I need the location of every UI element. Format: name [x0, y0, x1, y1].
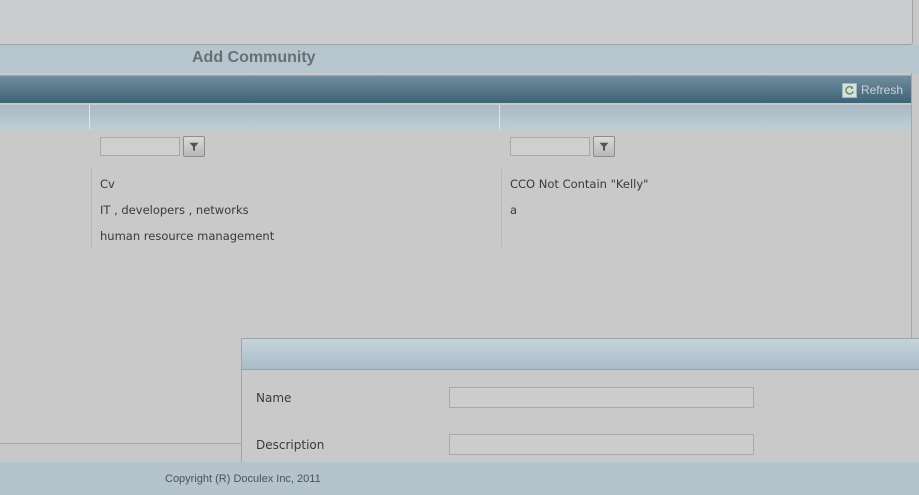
filter-button-col3[interactable]: [593, 136, 615, 157]
filter-input-col3[interactable]: [510, 137, 590, 156]
table-cell: a: [510, 203, 518, 217]
refresh-icon: [841, 82, 857, 98]
name-label: Name: [256, 391, 292, 405]
filter-button-col2[interactable]: [183, 136, 205, 157]
name-field[interactable]: [449, 387, 754, 408]
grid-toolbar: Refresh: [0, 75, 911, 103]
table-cell: human resource management: [100, 229, 275, 243]
column-divider: [91, 169, 92, 247]
column-header-2[interactable]: [92, 105, 498, 129]
filter-icon: [189, 142, 199, 151]
column-header-3[interactable]: [502, 105, 910, 129]
column-divider: [501, 169, 502, 247]
top-panel: [0, 0, 913, 45]
filter-input-col2[interactable]: [100, 137, 180, 156]
table-cell: IT , developers , networks: [100, 203, 249, 217]
column-header-1[interactable]: [0, 105, 89, 129]
footer: Copyright (R) Doculex Inc, 2011: [0, 462, 919, 495]
description-field[interactable]: [449, 434, 754, 455]
page-title-bar: Add Community: [0, 45, 919, 73]
table-cell: CCO Not Contain "Kelly": [510, 177, 649, 191]
dialog-header[interactable]: [242, 339, 919, 370]
grid-filter-row: [0, 131, 911, 165]
filter-icon: [599, 142, 609, 151]
refresh-button[interactable]: Refresh: [841, 81, 903, 99]
description-label: Description: [256, 438, 325, 452]
grid-header-row: [0, 105, 911, 129]
add-community-dialog: Name Description: [241, 338, 919, 463]
column-divider: [89, 105, 90, 129]
page-title: Add Community: [192, 49, 316, 66]
refresh-label: Refresh: [860, 83, 903, 97]
table-cell: Cv: [100, 177, 115, 191]
column-divider: [499, 105, 500, 129]
copyright-text: Copyright (R) Doculex Inc, 2011: [165, 473, 321, 485]
